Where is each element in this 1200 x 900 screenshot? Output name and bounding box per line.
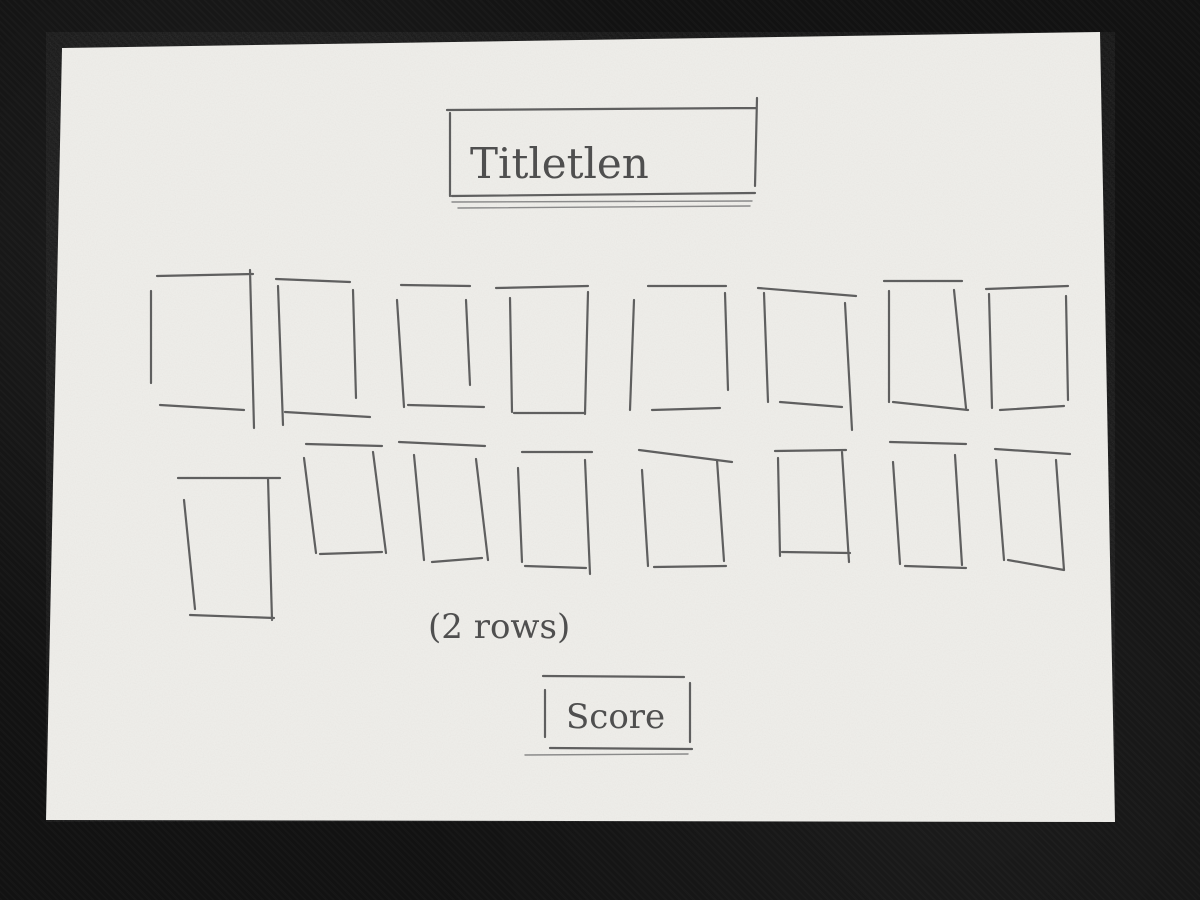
- paper-sketch: Titletlen (2 rows) Score: [46, 32, 1115, 822]
- title-label: Titletlen: [470, 139, 649, 188]
- score-label: Score: [566, 697, 665, 737]
- rows-note: (2 rows): [428, 607, 570, 647]
